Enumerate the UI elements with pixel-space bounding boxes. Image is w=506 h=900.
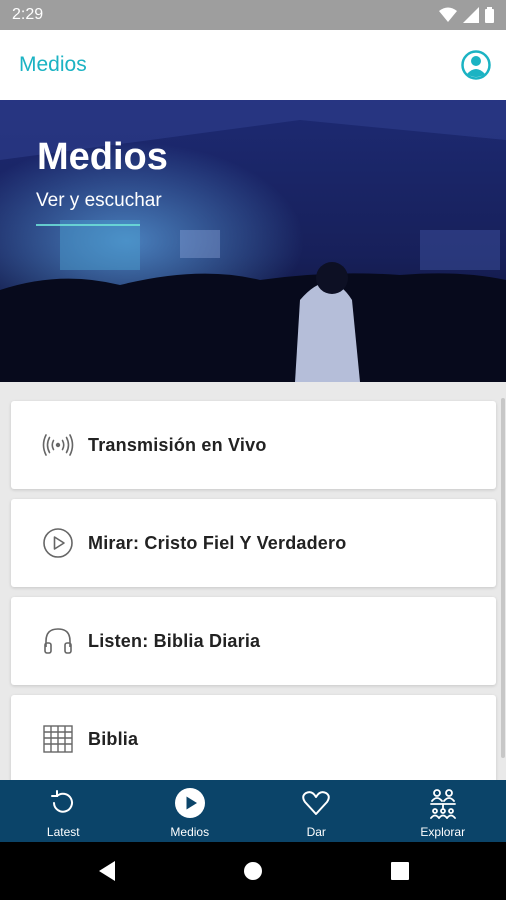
history-icon (47, 787, 79, 819)
nav-label: Medios (170, 825, 210, 839)
list-item-label: Mirar: Cristo Fiel Y Verdadero (88, 532, 347, 553)
heart-icon (300, 787, 332, 819)
system-nav-bar (0, 842, 506, 900)
page-title: Medios (19, 53, 87, 76)
hero-underline (36, 224, 140, 226)
nav-item-medios[interactable]: Medios (127, 780, 254, 842)
media-list: Transmisión en Vivo Mirar: Cristo Fiel Y… (0, 382, 506, 780)
status-time: 2:29 (12, 6, 44, 23)
home-icon[interactable] (241, 859, 265, 883)
nav-item-explorar[interactable]: Explorar (380, 780, 506, 842)
list-item-label: Transmisión en Vivo (88, 434, 267, 455)
list-item-live-stream[interactable]: Transmisión en Vivo (11, 401, 496, 489)
nav-label: Explorar (420, 825, 466, 839)
list-item-listen[interactable]: Listen: Biblia Diaria (11, 597, 496, 685)
hero-subtitle: Ver y escuchar (36, 190, 162, 211)
account-circle-icon[interactable] (461, 50, 491, 80)
nav-label: Latest (46, 825, 80, 839)
hero-title: Medios (37, 136, 168, 178)
bottom-nav: Latest Medios Dar Explorar (0, 780, 506, 842)
list-item-watch[interactable]: Mirar: Cristo Fiel Y Verdadero (11, 499, 496, 587)
signal-icon (463, 7, 479, 23)
play-circle-icon (42, 527, 74, 559)
list-item-label: Biblia (88, 728, 139, 749)
battery-icon (485, 7, 494, 23)
back-icon[interactable] (95, 859, 119, 883)
wifi-icon (439, 7, 457, 22)
play-circle-filled-icon (174, 787, 206, 819)
app-bar: Medios (0, 30, 506, 100)
recents-icon[interactable] (388, 859, 412, 883)
nav-item-latest[interactable]: Latest (0, 780, 127, 842)
list-item-label: Listen: Biblia Diaria (88, 630, 261, 651)
status-bar: 2:29 (0, 0, 506, 30)
nav-label: Dar (306, 825, 326, 839)
scrollbar[interactable] (501, 398, 505, 758)
nav-item-dar[interactable]: Dar (253, 780, 380, 842)
live-broadcast-icon (42, 429, 74, 461)
headphones-icon (42, 625, 74, 657)
hero-banner: Medios Ver y escuchar (0, 100, 506, 382)
status-icons (439, 7, 494, 23)
people-network-icon (427, 787, 459, 819)
book-grid-icon (42, 723, 74, 755)
list-item-bible[interactable]: Biblia (11, 695, 496, 780)
